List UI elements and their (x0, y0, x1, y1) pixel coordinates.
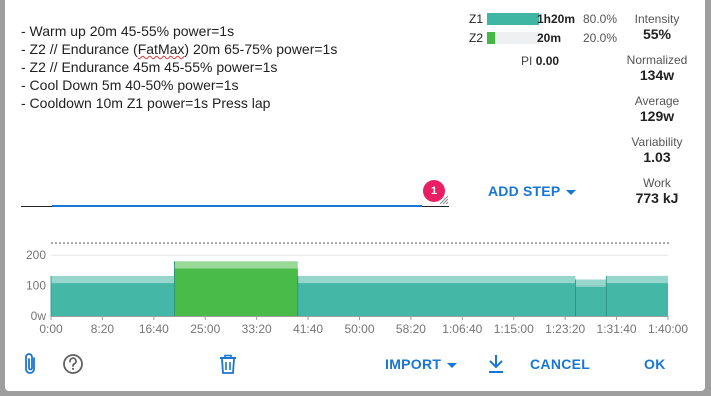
x-tick-label: 1:40:00 (648, 322, 688, 336)
stat-value: 129w (639, 108, 675, 124)
pi-label: PI (521, 54, 533, 68)
ok-button[interactable]: OK (644, 356, 666, 372)
stat-work: Work 773 kJ (615, 176, 699, 217)
zone-summary: Z1 1h20m 80.0% Z2 20m 20.0% (465, 12, 625, 50)
x-tick-label: 33:20 (242, 322, 272, 336)
x-tick-label: 1:15:00 (494, 322, 534, 336)
download-icon[interactable] (487, 354, 505, 374)
workout-power-chart: 200 100 0w0:00 8:20 16:40 25:00 33:20 41:40 50:0… (26, 242, 688, 336)
spellcheck-word: FatMax (137, 41, 185, 57)
zone-bar-track (487, 13, 539, 25)
power-step-bar (51, 283, 175, 316)
x-tick-label: 1:06:40 (442, 322, 482, 336)
x-tick-label: 50:00 (344, 322, 374, 336)
workout-line: - Z2 // Endurance 45m 45-55% power=1s (21, 59, 278, 75)
import-button[interactable]: IMPORT (385, 356, 458, 372)
zone-bar-track (487, 32, 539, 44)
cancel-button[interactable]: CANCEL (530, 356, 590, 372)
notification-badge[interactable]: 1 (423, 180, 445, 202)
help-icon[interactable] (62, 353, 84, 375)
x-tick-label: 1:23:20 (545, 322, 585, 336)
y-tick-label: 100 (26, 279, 46, 293)
pi-value: 0.00 (535, 54, 560, 68)
attachment-icon[interactable] (21, 352, 41, 376)
zone-time: 1h20m (537, 12, 576, 26)
chevron-down-icon (447, 362, 458, 368)
x-tick-label: 41:40 (293, 322, 323, 336)
x-tick-label: 0:00 (39, 322, 63, 336)
zone-bar-fill (487, 13, 539, 25)
stat-label: Intensity (634, 12, 680, 26)
stat-label: Normalized (626, 53, 688, 67)
workout-editor-dialog: - Warm up 20m 45-55% power=1s - Z2 // En… (5, 0, 705, 391)
power-step-bar (606, 283, 668, 316)
stat-value: 773 kJ (635, 190, 679, 206)
x-tick-label: 25:00 (190, 322, 220, 336)
y-tick-label: 200 (26, 248, 46, 262)
y-tick-label: 0w (31, 309, 47, 323)
zone-time: 20m (537, 31, 562, 45)
pi-readout: PI 0.00 (521, 54, 559, 68)
text-area-focus-underline (52, 205, 422, 207)
power-step-bar (174, 268, 298, 316)
chevron-down-icon (566, 189, 577, 195)
stat-intensity: Intensity 55% (615, 12, 699, 53)
zone-color-swatch (487, 32, 495, 44)
workout-line: - Cool Down 5m 40-50% power=1s (21, 77, 239, 93)
import-label: IMPORT (385, 356, 442, 372)
power-step-bar (297, 283, 576, 316)
workout-line: - Z2 // Endurance (FatMax) 20m 65-75% po… (21, 41, 338, 57)
zone-row: Z2 20m 20.0% (465, 31, 625, 50)
add-step-label: ADD STEP (488, 183, 561, 199)
workout-line: - Cooldown 10m Z1 power=1s Press lap (21, 95, 271, 111)
zone-label: Z2 (469, 31, 484, 45)
power-step-bar (575, 286, 607, 316)
zone-label: Z1 (469, 12, 484, 26)
stat-label: Variability (631, 135, 683, 149)
x-tick-label: 1:31:40 (597, 322, 637, 336)
stat-value: 55% (642, 26, 672, 42)
stat-label: Average (634, 94, 680, 108)
workout-stats: Intensity 55% Normalized 134w Average 129w … (615, 12, 699, 217)
x-tick-label: 8:20 (91, 322, 115, 336)
zone-percent: 80.0% (583, 12, 618, 26)
zone-percent: 20.0% (583, 31, 618, 45)
stat-value: 134w (639, 67, 675, 83)
stat-value: 1.03 (643, 149, 671, 165)
stat-normalized: Normalized 134w (615, 53, 699, 94)
x-tick-label: 58:20 (396, 322, 426, 336)
zone-row: Z1 1h20m 80.0% (465, 12, 625, 31)
stat-label: Work (643, 176, 671, 190)
workout-text-area[interactable]: - Warm up 20m 45-55% power=1s - Z2 // En… (21, 22, 431, 112)
stat-average: Average 129w (615, 94, 699, 135)
add-step-button[interactable]: ADD STEP (488, 183, 577, 199)
workout-line: - Warm up 20m 45-55% power=1s (21, 23, 235, 39)
stat-variability: Variability 1.03 (615, 135, 699, 176)
x-tick-label: 16:40 (139, 322, 169, 336)
delete-icon[interactable] (219, 354, 237, 374)
